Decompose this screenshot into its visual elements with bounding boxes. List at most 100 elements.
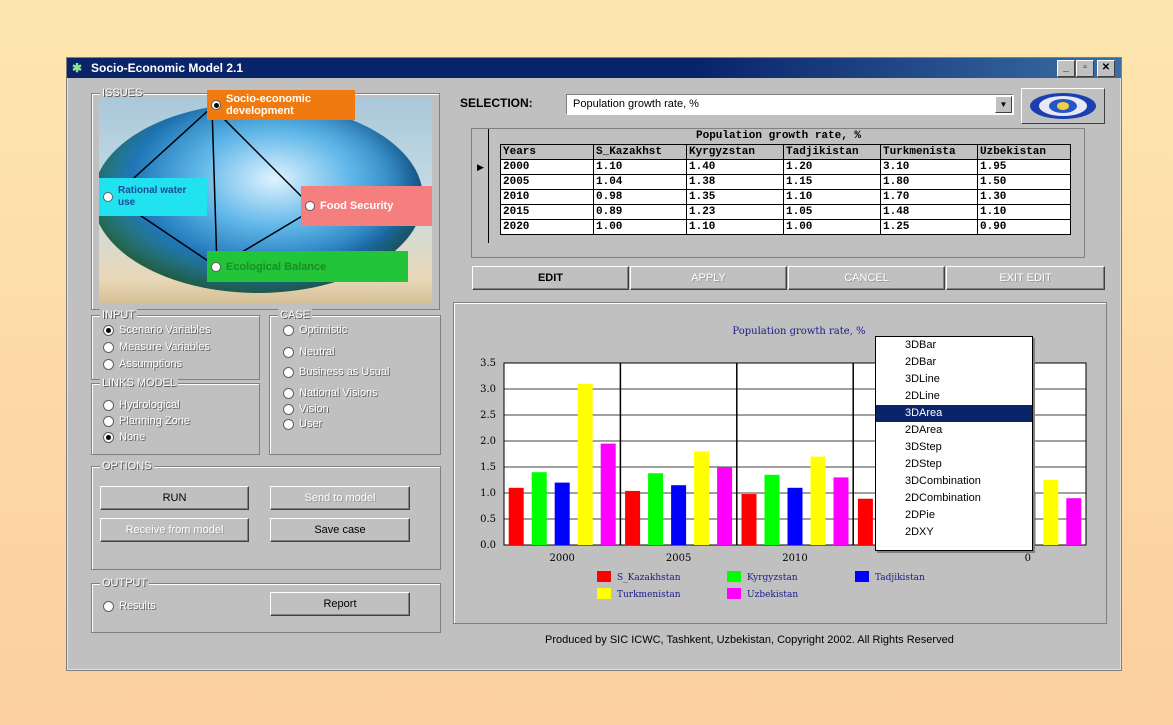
data-table[interactable]: Years S_Kazakhst Kyrgyzstan Tadjikistan …	[500, 144, 1071, 235]
cancel-button[interactable]: CANCEL	[788, 266, 945, 290]
table-cell[interactable]: 1.10	[977, 204, 1071, 220]
chart-type-menu-item[interactable]: 2DCombination	[876, 490, 1032, 507]
radio-measure-variables[interactable]: Measure Variables	[103, 341, 210, 353]
radio-icon	[305, 201, 315, 211]
table-row[interactable]: 2015 0.89 1.23 1.05 1.48 1.10	[500, 204, 1071, 220]
run-button[interactable]: RUN	[100, 486, 249, 510]
radio-business-as-usual[interactable]: Business as Usual	[283, 366, 390, 378]
table-row[interactable]: 2005 1.04 1.38 1.15 1.80 1.50	[500, 174, 1071, 190]
table-cell[interactable]: 1.48	[880, 204, 978, 220]
chart-type-menu-item[interactable]: 2DStep	[876, 456, 1032, 473]
table-cell[interactable]: 1.40	[686, 159, 784, 175]
chevron-down-icon[interactable]: ▼	[995, 96, 1012, 113]
chart-type-menu-item[interactable]: 2DArea	[876, 422, 1032, 439]
maximize-button[interactable]: ▫	[1076, 60, 1094, 77]
radio-hydrological[interactable]: Hydrological	[103, 399, 180, 411]
table-cell[interactable]: 1.80	[880, 174, 978, 190]
table-cell[interactable]: 1.15	[783, 174, 881, 190]
radio-neutral[interactable]: Neutral	[283, 346, 334, 358]
minimize-button[interactable]: _	[1057, 60, 1075, 77]
bar	[625, 490, 641, 545]
bar	[810, 456, 826, 545]
send-to-model-button[interactable]: Send to model	[270, 486, 410, 510]
save-case-button[interactable]: Save case	[270, 518, 410, 542]
table-cell[interactable]: 1.38	[686, 174, 784, 190]
table-cell[interactable]: 1.23	[686, 204, 784, 220]
table-cell[interactable]: 1.20	[783, 159, 881, 175]
table-row[interactable]: 2020 1.00 1.10 1.00 1.25 0.90	[500, 219, 1071, 235]
radio-user[interactable]: User	[283, 418, 322, 430]
chart-type-menu-item[interactable]: 3DBar	[876, 337, 1032, 354]
radio-national-visions[interactable]: National Visions	[283, 387, 378, 399]
table-row[interactable]: 2000 1.10 1.40 1.20 3.10 1.95	[500, 159, 1071, 175]
table-cell[interactable]: 2000	[500, 159, 594, 175]
table-cell[interactable]: 1.10	[593, 159, 687, 175]
chart-type-menu-item[interactable]: 3DCombination	[876, 473, 1032, 490]
radio-icon	[283, 366, 294, 378]
column-header: Tadjikistan	[783, 144, 881, 160]
table-cell[interactable]: 1.95	[977, 159, 1071, 175]
table-cell[interactable]: 1.00	[783, 219, 881, 235]
data-grid[interactable]: Population growth rate, % ▶ Years S_Kaza…	[471, 128, 1085, 258]
issue-socio-economic[interactable]: Socio-economic development	[207, 90, 355, 120]
radio-scenario-variables[interactable]: Scenario Variables	[103, 324, 211, 336]
radio-vision[interactable]: Vision	[283, 403, 329, 415]
chart-type-menu-item[interactable]: 3DArea	[876, 405, 1032, 422]
table-cell[interactable]: 1.50	[977, 174, 1071, 190]
radio-none[interactable]: None	[103, 431, 145, 443]
radio-assumptions[interactable]: Assumptions	[103, 358, 182, 370]
bar	[1043, 480, 1059, 545]
table-cell[interactable]: 0.89	[593, 204, 687, 220]
table-cell[interactable]: 1.05	[783, 204, 881, 220]
table-cell[interactable]: 0.98	[593, 189, 687, 205]
exit-edit-button[interactable]: EXIT EDIT	[946, 266, 1105, 290]
table-cell[interactable]: 1.35	[686, 189, 784, 205]
chart-type-menu-item[interactable]: 2DLine	[876, 388, 1032, 405]
output-label: OUTPUT	[100, 577, 150, 589]
legend-swatch	[727, 588, 741, 599]
links-model-label: LINKS MODEL	[100, 377, 178, 389]
chart-type-menu-item[interactable]: 3DStep	[876, 439, 1032, 456]
apply-button[interactable]: APPLY	[630, 266, 787, 290]
table-cell[interactable]: 1.10	[686, 219, 784, 235]
legend-label: Turkmenistan	[617, 590, 681, 600]
title-bar[interactable]: ✱ Socio-Economic Model 2.1 _ ▫ ✕	[67, 58, 1121, 78]
chart-type-menu-item[interactable]: 2DPie	[876, 507, 1032, 524]
table-cell[interactable]: 2010	[500, 189, 594, 205]
emblem-button[interactable]	[1021, 88, 1105, 124]
radio-results[interactable]: Results	[103, 600, 156, 612]
radio-planning-zone[interactable]: Planning Zone	[103, 415, 190, 427]
table-cell[interactable]: 2015	[500, 204, 594, 220]
x-tick-label: 0	[1025, 553, 1031, 564]
selection-combobox[interactable]: Population growth rate, % ▼	[566, 94, 1014, 115]
table-cell[interactable]: 1.10	[783, 189, 881, 205]
report-button[interactable]: Report	[270, 592, 410, 616]
close-button[interactable]: ✕	[1097, 60, 1115, 77]
table-row[interactable]: 2010 0.98 1.35 1.10 1.70 1.30	[500, 189, 1071, 205]
issue-food-security[interactable]: Food Security	[301, 186, 432, 226]
table-cell[interactable]: 1.30	[977, 189, 1071, 205]
issue-ecological-balance[interactable]: Ecological Balance	[207, 251, 408, 282]
chart-type-menu-item[interactable]: 3DLine	[876, 371, 1032, 388]
chart-type-menu-item[interactable]: 2DXY	[876, 524, 1032, 541]
bar	[554, 482, 570, 545]
table-cell[interactable]: 2020	[500, 219, 594, 235]
table-cell[interactable]: 1.00	[593, 219, 687, 235]
footer-text: Produced by SIC ICWC, Tashkent, Uzbekist…	[545, 634, 954, 646]
receive-from-model-button[interactable]: Receive from model	[100, 518, 249, 542]
bar	[717, 467, 733, 545]
issue-rational-water-use[interactable]: Rational water use	[99, 178, 207, 216]
edit-button[interactable]: EDIT	[472, 266, 629, 290]
table-cell[interactable]: 3.10	[880, 159, 978, 175]
chart-type-menu[interactable]: 3DBar 2DBar 3DLine 2DLine 3DArea 2DArea 3DStep…	[875, 336, 1033, 551]
radio-icon	[283, 346, 294, 358]
bar	[787, 487, 803, 545]
table-cell[interactable]: 2005	[500, 174, 594, 190]
table-cell[interactable]: 0.90	[977, 219, 1071, 235]
table-cell[interactable]: 1.25	[880, 219, 978, 235]
radio-optimistic[interactable]: Optimistic	[283, 324, 347, 336]
column-header: Uzbekistan	[977, 144, 1071, 160]
table-cell[interactable]: 1.70	[880, 189, 978, 205]
table-cell[interactable]: 1.04	[593, 174, 687, 190]
chart-type-menu-item[interactable]: 2DBar	[876, 354, 1032, 371]
